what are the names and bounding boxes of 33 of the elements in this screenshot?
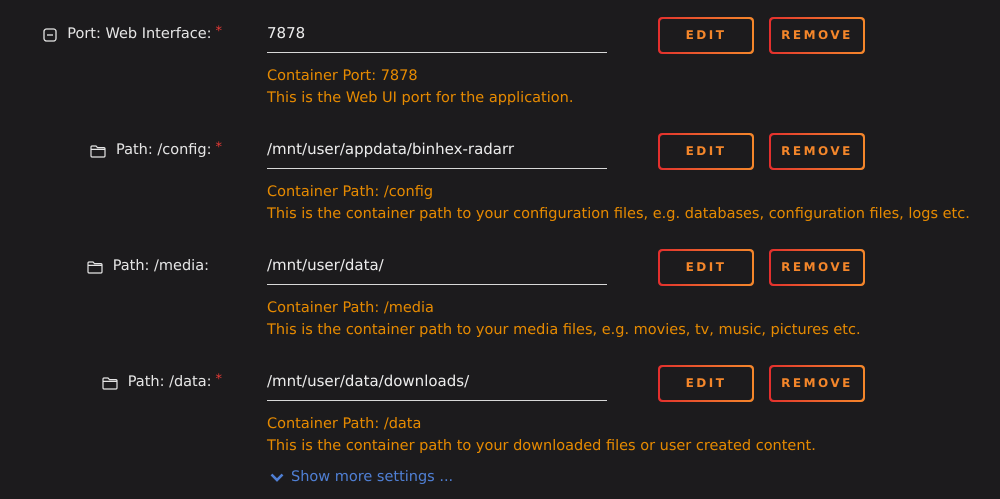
description-text: This is the container path to your configuration files, e.g. databases, configuration files, logs etc. <box>267 205 971 224</box>
setting-field[interactable]: /mnt/user/appdata/binhex-radarr <box>267 138 607 164</box>
required-mark: * <box>216 371 222 390</box>
edit-button[interactable]: EDIT <box>658 248 754 286</box>
container-path-text: Container Port: 7878 <box>267 67 419 86</box>
container-path-text: Container Path: /media <box>267 299 435 318</box>
description-text: This is the container path to your downloaded files or user created content. <box>267 437 817 456</box>
description-text: This is the Web UI port for the application. <box>267 89 574 108</box>
required-mark: * <box>216 139 222 158</box>
collapse-icon[interactable] <box>43 28 58 42</box>
setting-field[interactable]: 7878 <box>267 22 607 48</box>
setting-label: Path: /config: <box>116 141 212 160</box>
edit-button[interactable]: EDIT <box>658 16 754 54</box>
setting-field[interactable]: /mnt/user/data/ <box>267 254 607 280</box>
container-path-text: Container Path: /data <box>267 415 422 434</box>
edit-button[interactable]: EDIT <box>658 364 754 402</box>
remove-button[interactable]: REMOVE <box>769 248 865 286</box>
remove-button[interactable]: REMOVE <box>769 132 865 170</box>
show-more-link[interactable]: Show more settings ... <box>270 469 454 485</box>
required-mark: * <box>216 23 222 42</box>
setting-label: Port: Web Interface: <box>67 25 212 44</box>
folder-icon <box>86 260 103 274</box>
edit-button[interactable]: EDIT <box>658 132 754 170</box>
remove-button[interactable]: REMOVE <box>769 16 865 54</box>
container-path-text: Container Path: /config <box>267 183 434 202</box>
folder-icon <box>102 376 118 390</box>
remove-button[interactable]: REMOVE <box>769 364 865 402</box>
chevron-down-icon <box>270 472 284 482</box>
setting-field[interactable]: /mnt/user/data/downloads/ <box>267 370 607 396</box>
description-text: This is the container path to your media files, e.g. movies, tv, music, pictures etc. <box>267 321 862 340</box>
folder-icon <box>90 144 106 158</box>
setting-label: Path: /data: <box>128 373 212 392</box>
setting-label: Path: /media: <box>112 257 209 276</box>
